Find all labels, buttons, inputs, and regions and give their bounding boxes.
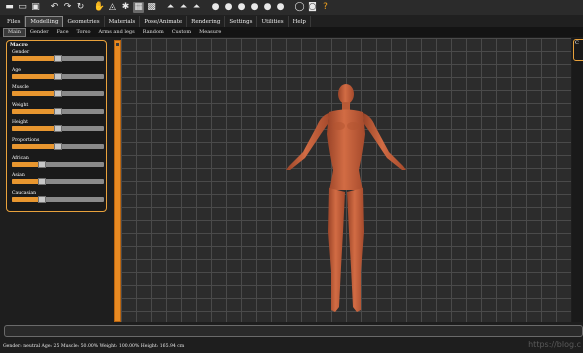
slider-muscle: Muscle [12,84,108,98]
slider-handle[interactable] [54,143,62,150]
skeleton-icon[interactable]: ✱ [120,2,131,13]
sub-tab-bar: Main Gender Face Torso Arms and legs Random Cu… [0,27,583,37]
slider-handle[interactable] [54,125,62,133]
reset-icon[interactable]: ↻ [75,2,86,13]
head-bottom-icon[interactable]: ● [275,2,286,13]
head-front-icon[interactable]: ● [210,2,221,13]
slider-track[interactable] [12,143,104,150]
slider-track[interactable] [12,107,104,115]
slider-track[interactable] [12,72,104,80]
wireframe-icon[interactable]: ▦ [133,2,144,13]
3d-viewport[interactable] [121,38,571,322]
slider-track[interactable] [12,195,104,203]
slider-label: African [12,155,29,161]
watermark: https://blog.c [528,340,581,349]
slider-handle[interactable] [54,90,62,98]
slider-gender: Gender [12,49,108,62]
head-top-icon[interactable]: ● [262,2,273,13]
slider-label: Asian [12,173,25,179]
tab-help[interactable]: Help [289,16,311,27]
status-text: Gender: neutral Age: 25 Muscle: 50.00% W… [3,343,185,349]
slider-fill [12,73,58,79]
model-head [338,84,354,104]
head-back-icon[interactable]: ● [223,2,234,13]
model-torso [327,109,365,190]
macro-panel: Macro Gender Age Muscle Weight Height Proport… [6,40,107,212]
slider-handle[interactable] [54,72,62,80]
model-left-leg [328,188,345,312]
subtab-face[interactable]: Face [53,28,73,37]
undo-icon[interactable]: ↶ [49,2,60,13]
subtab-arms-and-legs[interactable]: Arms and legs [94,28,138,37]
slider-track[interactable] [12,55,104,62]
menu-tab-bar: Files Modelling Geometries Materials Pose/An… [0,15,583,27]
slider-african: African [12,155,108,168]
subtab-measure[interactable]: Measure [195,28,225,37]
right-panel-label: C [575,40,579,46]
slider-height: Height [12,119,108,133]
help-icon[interactable]: ? [320,2,331,13]
slider-fill [12,91,58,97]
tab-rendering[interactable]: Rendering [187,16,226,27]
tab-geometries[interactable]: Geometries [63,16,105,27]
tab-files[interactable]: Files [3,16,26,27]
slider-track[interactable] [12,160,104,168]
smooth-icon[interactable]: ◬ [107,2,118,13]
subtab-gender[interactable]: Gender [26,28,53,37]
redo-icon[interactable]: ↷ [62,2,73,13]
slider-asian: Asian [12,172,108,186]
slider-handle[interactable] [38,195,47,203]
tab-materials[interactable]: Materials [105,16,141,27]
scrollbar-knob[interactable] [116,43,119,46]
panel-scrollbar[interactable] [114,40,121,322]
head-right-icon[interactable]: ● [249,2,260,13]
tab-utilities[interactable]: Utilities [257,16,289,27]
save-file-icon[interactable]: ▭ [17,2,28,13]
slider-handle[interactable] [54,107,62,115]
right-panel: C [572,38,583,322]
pose-icon[interactable]: ✋ [94,2,105,13]
model-left-arm [286,113,329,170]
model-right-arm [363,113,406,170]
model-neck [342,102,350,110]
subtab-main[interactable]: Main [3,27,26,37]
command-input[interactable] [4,325,583,337]
checker-icon[interactable]: ▩ [146,2,157,13]
side-view-icon[interactable]: ⏶ [191,2,202,13]
tab-settings[interactable]: Settings [225,16,258,27]
screenshot-icon[interactable]: ◙ [307,2,318,13]
toolbar: ▬ ▭ ▣ ↶ ↷ ↻ ✋ ◬ ✱ ▦ ▩ ⏶ ⏶ ⏶ ● ● ● ● ● ● ◯ ◙? [0,0,583,15]
status-bar: Gender: neutral Age: 25 Muscle: 50.00% W… [0,339,583,353]
subtab-torso[interactable]: Torso [73,28,95,37]
slider-handle[interactable] [38,160,47,168]
human-model[interactable] [281,82,411,318]
subtab-custom[interactable]: Custom [168,28,195,37]
front-view-icon[interactable]: ⏶ [165,2,176,13]
slider-age: Age [12,67,108,80]
tab-modelling[interactable]: Modelling [25,16,64,27]
slider-label: Caucasian [12,190,37,196]
slider-fill [12,108,58,114]
slider-handle[interactable] [38,178,47,186]
slider-track[interactable] [12,125,104,133]
macro-panel-title: Macro [10,42,28,48]
slider-fill [12,126,58,132]
export-icon[interactable]: ▣ [30,2,41,13]
slider-caucasian: Caucasian [12,190,108,203]
slider-fill [12,56,58,61]
slider-track[interactable] [12,178,104,186]
new-file-icon[interactable]: ▬ [4,2,15,13]
slider-proportions: Proportions [12,137,108,150]
back-view-icon[interactable]: ⏶ [178,2,189,13]
subtab-random[interactable]: Random [139,28,168,37]
reset-camera-icon[interactable]: ◯ [294,2,305,13]
slider-weight: Weight [12,102,108,115]
tab-pose-animate[interactable]: Pose/Animate [140,16,188,27]
app-window: ▬ ▭ ▣ ↶ ↷ ↻ ✋ ◬ ✱ ▦ ▩ ⏶ ⏶ ⏶ ● ● ● ● ● ● ◯ ◙? Files Modelling Ge… [0,0,583,353]
slider-fill [12,144,58,149]
model-right-leg [347,188,364,312]
slider-track[interactable] [12,90,104,98]
head-left-icon[interactable]: ● [236,2,247,13]
slider-handle[interactable] [54,55,62,62]
